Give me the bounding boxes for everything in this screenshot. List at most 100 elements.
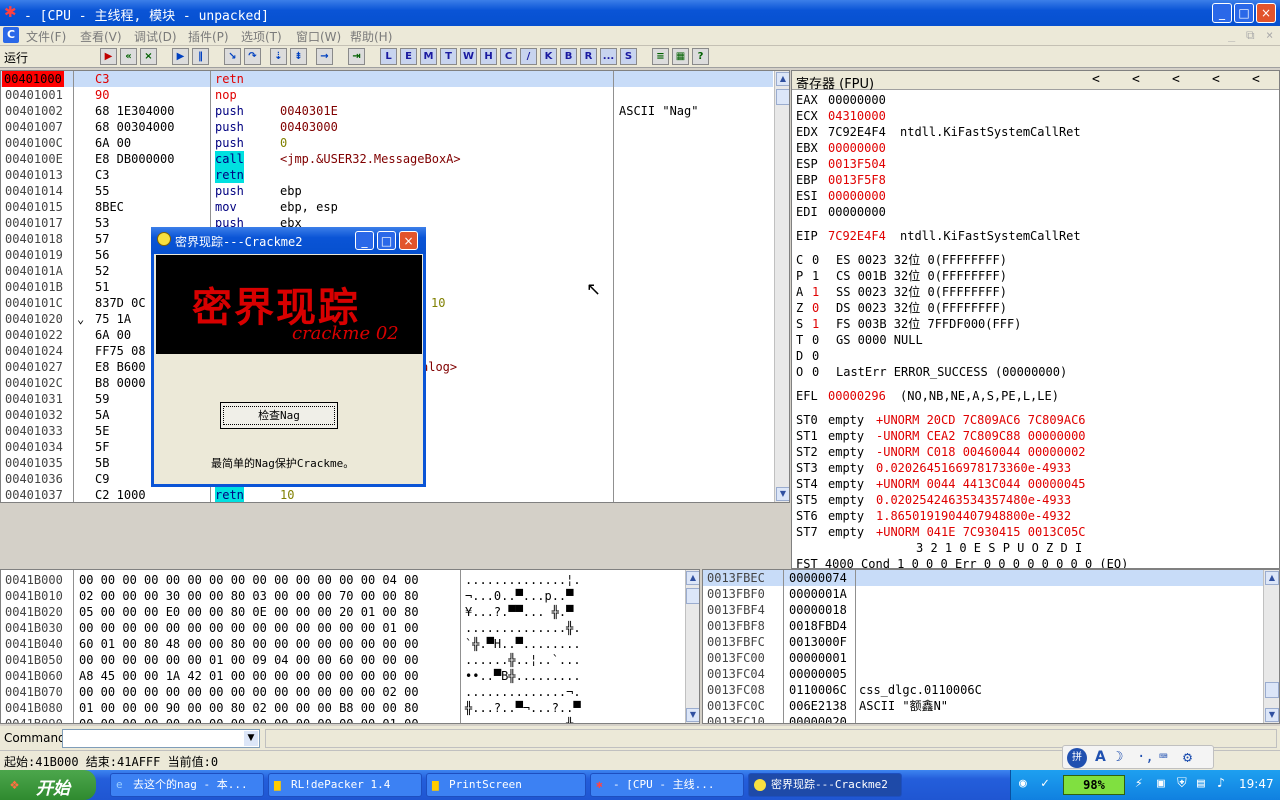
display-icon[interactable]: ▤ (1197, 776, 1205, 791)
task-rl-depacker[interactable]: ▆ RL!dePacker 1.4 (268, 773, 422, 797)
disasm-address[interactable]: 00401020 (5, 311, 63, 327)
toolbar-runtrace-button[interactable]: ... (600, 48, 617, 65)
flag-row[interactable]: D0 (796, 348, 1276, 364)
disasm-row[interactable]: 00401002 68 1E304000 push 0040301E ASCII "Na… (1, 103, 773, 119)
dump-row[interactable]: 0041B090 00 00 00 00 00 00 00 00 00 00 00… (1, 716, 685, 723)
shield-icon[interactable]: ⛨ (1177, 776, 1187, 791)
play-icon[interactable]: ▶ (172, 48, 189, 65)
disasm-address[interactable]: 00401017 (5, 215, 63, 231)
flag-row[interactable]: S 1 FS 003B 32位 7FFDF000(FFF) (796, 316, 1276, 332)
trace-into-icon[interactable]: ⇣ (270, 48, 287, 65)
registers-arrow-5[interactable]: < (1252, 72, 1260, 87)
dialog-close-button[interactable]: × (399, 231, 418, 250)
menu-help[interactable]: 帮助(H) (350, 28, 392, 45)
disasm-address[interactable]: 00401018 (5, 231, 63, 247)
fpu-row[interactable]: ST1 empty -UNORM CEA2 7C809C88 00000000 (796, 428, 1276, 444)
registers-arrow-2[interactable]: < (1132, 72, 1140, 87)
stack-scroll-thumb[interactable] (1265, 682, 1279, 698)
fpu-row[interactable]: ST5 empty 0.0202542463534357480e-4933 (796, 492, 1276, 508)
chevron-down-icon[interactable]: ▼ (244, 731, 258, 746)
registers-arrow-1[interactable]: < (1092, 72, 1100, 87)
disasm-address[interactable]: 00401032 (5, 407, 63, 423)
check-icon[interactable]: ✓ (1041, 776, 1049, 791)
fpu-row[interactable]: ST7 empty +UNORM 041E 7C930415 0013C05C (796, 524, 1276, 540)
volume-icon[interactable]: ♪ (1217, 776, 1225, 791)
toolbar-cpu-button[interactable]: C (500, 48, 517, 65)
menu-window[interactable]: 窗口(W) (296, 28, 341, 45)
network-icon[interactable]: ◉ (1019, 776, 1027, 791)
disasm-address[interactable]: 00401000 (2, 71, 64, 87)
dump-row[interactable]: 0041B080 01 00 00 00 90 00 00 80 02 00 00… (1, 700, 685, 716)
register-row[interactable]: EDI 00000000 (796, 204, 1276, 220)
stack-scrollbar[interactable]: ▲ ▼ (1263, 570, 1279, 723)
toolbar-memory-button[interactable]: M (420, 48, 437, 65)
dialog-minimize-button[interactable]: _ (355, 231, 374, 250)
close-button[interactable]: × (1256, 3, 1276, 23)
registers-arrow-3[interactable]: < (1172, 72, 1180, 87)
disasm-address[interactable]: 00401035 (5, 455, 63, 471)
task-ollydbg[interactable]: ✱ - [CPU - 主线... (590, 773, 744, 797)
command-input[interactable]: ▼ (62, 729, 260, 748)
restart-icon[interactable]: « (120, 48, 137, 65)
dump-row[interactable]: 0041B070 00 00 00 00 00 00 00 00 00 00 00… (1, 684, 685, 700)
disasm-row[interactable]: 00401001 90 nop (1, 87, 773, 103)
dump-row[interactable]: 0041B000 00 00 00 00 00 00 00 00 00 00 00… (1, 572, 685, 588)
task-printscreen[interactable]: ▆ PrintScreen (426, 773, 586, 797)
disasm-row[interactable]: 0040100C 6A 00 push 0 (1, 135, 773, 151)
disasm-address[interactable]: 00401037 (5, 487, 63, 502)
menu-debug[interactable]: 调试(D) (134, 28, 177, 45)
fpu-header-row[interactable]: 3 2 1 0 E S P U O Z D I (796, 540, 1276, 556)
eip-row[interactable]: EIP 7C92E4F4 ntdll.KiFastSystemCallRet (796, 228, 1276, 244)
stack-row[interactable]: 0013FBF8 0018FBD4 (703, 618, 1263, 634)
dump-row[interactable]: 0041B010 02 00 00 00 30 00 00 80 03 00 00… (1, 588, 685, 604)
monitor-icon[interactable]: ▣ (1157, 776, 1165, 791)
pause-icon[interactable]: ‖ (192, 48, 209, 65)
fpu-row[interactable]: ST6 empty 1.8650191904407948800e-4932 (796, 508, 1276, 524)
toolbar-handles-button[interactable]: H (480, 48, 497, 65)
stack-row[interactable]: 0013FC10 00000020 (703, 714, 1263, 723)
dump-row[interactable]: 0041B040 60 01 00 80 48 00 00 80 00 00 00… (1, 636, 685, 652)
flag-row[interactable]: T 0 GS 0000 NULL (796, 332, 1276, 348)
efl-row[interactable]: EFL 00000296 (NO,NB,NE,A,S,PE,L,LE) (796, 388, 1276, 404)
disasm-address[interactable]: 00401036 (5, 471, 63, 487)
stack-row[interactable]: 0013FBEC 00000074 (703, 570, 1263, 586)
toolbar-windows-button[interactable]: W (460, 48, 477, 65)
disasm-address[interactable]: 00401027 (5, 359, 63, 375)
register-row[interactable]: EAX 00000000 (796, 92, 1276, 108)
flag-row[interactable]: O 0 LastErr ERROR_SUCCESS (00000000) (796, 364, 1276, 380)
ime-punct-icon[interactable]: ·, (1137, 749, 1154, 765)
ime-moon-icon[interactable]: ☽ (1115, 749, 1123, 765)
task-crackme[interactable]: 密界现踪---Crackme2 (748, 773, 902, 797)
dialog-maximize-button[interactable]: □ (377, 231, 396, 250)
fpu-row[interactable]: ST3 empty 0.0202645166978173360e-4933 (796, 460, 1276, 476)
stop-icon[interactable]: × (140, 48, 157, 65)
disasm-address[interactable]: 00401033 (5, 423, 63, 439)
minimize-button[interactable]: _ (1212, 3, 1232, 23)
help-icon[interactable]: ? (692, 48, 709, 65)
toolbar-log-button[interactable]: L (380, 48, 397, 65)
memory-dump-pane[interactable]: 0041B000 00 00 00 00 00 00 00 00 00 00 00… (0, 569, 700, 724)
toolbar-patches-button[interactable]: / (520, 48, 537, 65)
disasm-address[interactable]: 0040101A (5, 263, 63, 279)
stack-scroll-up-icon[interactable]: ▲ (1265, 571, 1279, 585)
disasm-row[interactable]: 00401013 C3 retn (1, 167, 773, 183)
register-row[interactable]: EBX 00000000 (796, 140, 1276, 156)
mdi-restore-button[interactable]: ⧉ (1246, 28, 1255, 43)
stack-row[interactable]: 0013FC08 0110006C css_dlgc.0110006C (703, 682, 1263, 698)
goto-icon[interactable]: ⇥ (348, 48, 365, 65)
trace-over-icon[interactable]: ⇟ (290, 48, 307, 65)
ime-gear-icon[interactable]: ⚙ (1183, 748, 1192, 766)
fpu-status-row[interactable]: FST 4000 Cond 1 0 0 0 Err 0 0 0 0 0 0 0 … (796, 556, 1276, 568)
fpu-row[interactable]: ST0 empty +UNORM 20CD 7C809AC6 7C809AC6 (796, 412, 1276, 428)
disasm-row[interactable]: 00401000 C3 retn (1, 71, 773, 87)
register-row[interactable]: ESP 0013F504 (796, 156, 1276, 172)
disasm-address[interactable]: 00401019 (5, 247, 63, 263)
ime-lang-icon[interactable]: A (1095, 749, 1106, 765)
ime-logo-icon[interactable]: 拼 (1067, 748, 1087, 768)
dump-row[interactable]: 0041B020 05 00 00 00 E0 00 00 80 0E 00 00… (1, 604, 685, 620)
task-browser[interactable]: e 去这个的nag - 本... (110, 773, 264, 797)
start-button[interactable]: ❖ 开始 (0, 770, 96, 800)
register-row[interactable]: EBP 0013F5F8 (796, 172, 1276, 188)
plug-icon[interactable]: ⚡ (1135, 776, 1143, 791)
toolbar-references-button[interactable]: R (580, 48, 597, 65)
